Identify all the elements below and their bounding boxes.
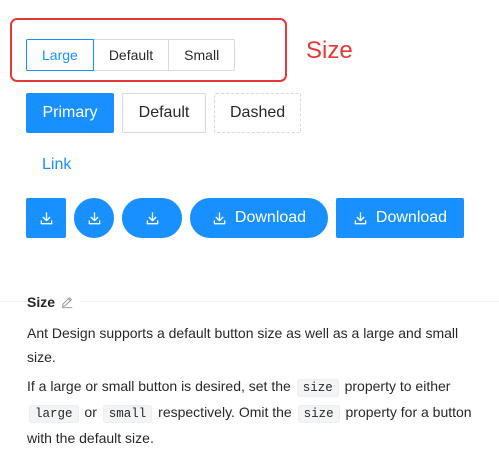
code-size: size: [296, 379, 339, 397]
annotation-label: Size: [306, 37, 353, 64]
desc-text: or: [84, 404, 97, 420]
description-paragraph-1: Ant Design supports a default button siz…: [27, 325, 459, 365]
download-icon: [354, 211, 367, 224]
dashed-button[interactable]: Dashed: [214, 93, 301, 133]
download-icon: [88, 211, 100, 224]
section-title: Size: [27, 292, 81, 312]
desc-text: respectively. Omit the: [158, 404, 292, 420]
download-icon-button-circle[interactable]: [74, 198, 114, 238]
download-icon-button-round[interactable]: [122, 198, 182, 238]
download-icon-button-square[interactable]: [26, 198, 66, 238]
primary-button[interactable]: Primary: [26, 93, 114, 133]
download-icon: [213, 211, 226, 224]
description-paragraph-2: If a large or small button is desired, s…: [27, 374, 479, 450]
size-option-large[interactable]: Large: [26, 39, 94, 71]
download-icon: [146, 211, 158, 224]
code-size: size: [297, 405, 340, 423]
code-small: small: [102, 405, 153, 423]
desc-text: If a large or small button is desired, s…: [27, 378, 291, 394]
download-button[interactable]: Download: [336, 198, 464, 238]
link-button[interactable]: Link: [26, 145, 87, 185]
section-title-text: Size: [27, 294, 56, 310]
size-option-small[interactable]: Small: [168, 39, 236, 71]
code-large: large: [29, 405, 79, 423]
download-label: Download: [375, 209, 448, 226]
size-radio-group: Large Default Small: [26, 39, 236, 71]
section-description: Ant Design supports a default button siz…: [27, 321, 479, 450]
size-option-default[interactable]: Default: [92, 39, 170, 71]
download-button-round[interactable]: Download: [190, 198, 328, 238]
download-label: Download: [234, 209, 307, 226]
page: Size Large Default Small Primary Default…: [0, 0, 499, 461]
default-button[interactable]: Default: [122, 93, 206, 133]
edit-icon[interactable]: [60, 295, 74, 309]
download-icon: [40, 211, 52, 224]
desc-text: property to either: [344, 378, 451, 394]
